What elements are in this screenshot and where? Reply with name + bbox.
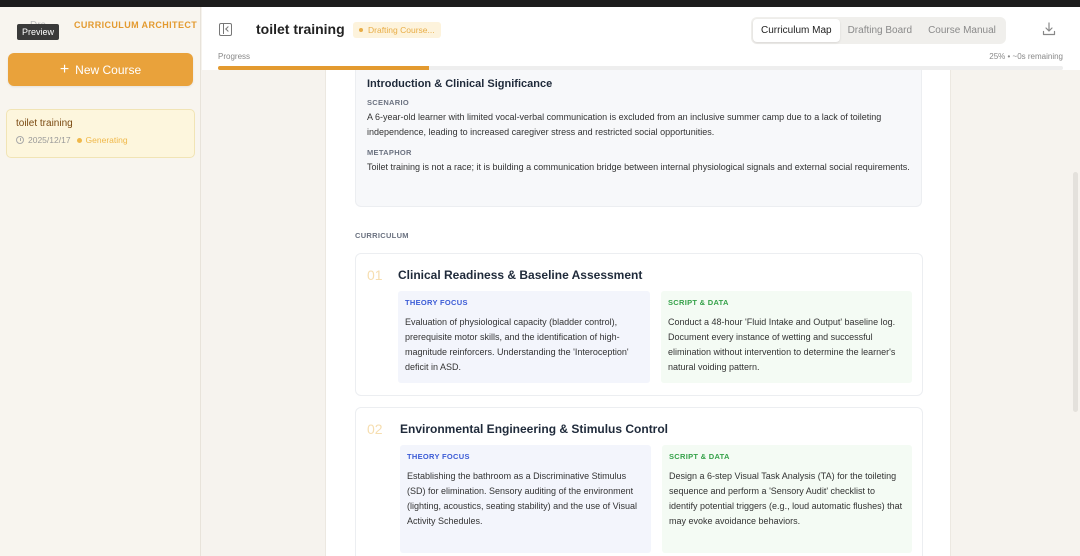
script-data-label: SCRIPT & DATA (668, 298, 729, 307)
intro-title: Introduction & Clinical Significance (367, 78, 553, 90)
module-number: 01 (367, 267, 383, 283)
theory-focus-panel: THEORY FOCUS Establishing the bathroom a… (400, 445, 651, 553)
sidebar-collapse-icon[interactable] (219, 23, 232, 36)
script-data-label: SCRIPT & DATA (669, 452, 730, 461)
metaphor-label: METAPHOR (367, 148, 412, 157)
window-top-bar (0, 0, 1080, 7)
sidebar: Dra CURRICULUM ARCHITECT Preview + New C… (0, 7, 201, 556)
script-data-panel: SCRIPT & DATA Conduct a 48-hour 'Fluid I… (661, 291, 912, 383)
tab-curriculum-map[interactable]: Curriculum Map (753, 19, 840, 42)
theory-focus-label: THEORY FOCUS (405, 298, 468, 307)
module-card[interactable]: 02 Environmental Engineering & Stimulus … (355, 407, 923, 556)
module-title: Clinical Readiness & Baseline Assessment (398, 268, 643, 282)
progress-label: Progress (218, 52, 251, 61)
view-tabs: Curriculum Map Drafting Board Course Man… (751, 17, 1006, 44)
theory-focus-text: Evaluation of physiological capacity (bl… (405, 317, 629, 372)
scenario-label: SCENARIO (367, 98, 409, 107)
progress-remaining: 25% • ~0s remaining (989, 52, 1063, 61)
status-dot-icon (359, 28, 363, 32)
status-badge: Drafting Course... (353, 22, 441, 38)
scrollbar[interactable] (1073, 172, 1078, 412)
right-gutter (951, 70, 1080, 556)
intro-card: Introduction & Clinical Significance SCE… (355, 70, 922, 207)
plus-icon: + (59, 60, 70, 78)
page-title: toilet training (256, 21, 345, 37)
preview-tooltip: Preview (17, 24, 60, 40)
module-title: Environmental Engineering & Stimulus Con… (400, 422, 669, 436)
script-data-text: Design a 6-step Visual Task Analysis (TA… (669, 471, 903, 526)
curriculum-label: CURRICULUM (355, 231, 409, 240)
module-card[interactable]: 01 Clinical Readiness & Baseline Assessm… (355, 253, 923, 396)
theory-focus-text: Establishing the bathroom as a Discrimin… (407, 471, 637, 526)
tab-course-manual[interactable]: Course Manual (920, 19, 1004, 42)
tab-drafting-board[interactable]: Drafting Board (840, 19, 920, 42)
course-list-item[interactable]: toilet training 2025/12/17 Generating (6, 109, 195, 158)
new-course-label: New Course (75, 62, 142, 77)
new-course-button[interactable]: + New Course (8, 53, 193, 86)
curriculum-map-panel: Introduction & Clinical Significance SCE… (325, 70, 951, 556)
course-date: 2025/12/17 (28, 135, 71, 145)
status-badge-text: Drafting Course... (368, 25, 435, 35)
course-status: Generating (85, 135, 128, 145)
script-data-text: Conduct a 48-hour 'Fluid Intake and Outp… (668, 317, 896, 372)
course-meta: 2025/12/17 Generating (16, 135, 185, 145)
module-number: 02 (367, 421, 383, 437)
scenario-text: A 6-year-old learner with limited vocal-… (367, 112, 882, 137)
clock-icon (16, 136, 24, 144)
progress-section: Progress 25% • ~0s remaining (202, 52, 1080, 70)
metaphor-text: Toilet training is not a race; it is bui… (367, 162, 910, 172)
theory-focus-label: THEORY FOCUS (407, 452, 470, 461)
theory-focus-panel: THEORY FOCUS Evaluation of physiological… (398, 291, 650, 383)
download-icon[interactable] (1042, 22, 1056, 36)
header: toilet training Drafting Course... Curri… (202, 7, 1080, 53)
script-data-panel: SCRIPT & DATA Design a 6-step Visual Tas… (662, 445, 912, 553)
status-dot-icon (76, 137, 82, 143)
course-title: toilet training (16, 118, 73, 129)
brand-title: CURRICULUM ARCHITECT (74, 20, 198, 30)
